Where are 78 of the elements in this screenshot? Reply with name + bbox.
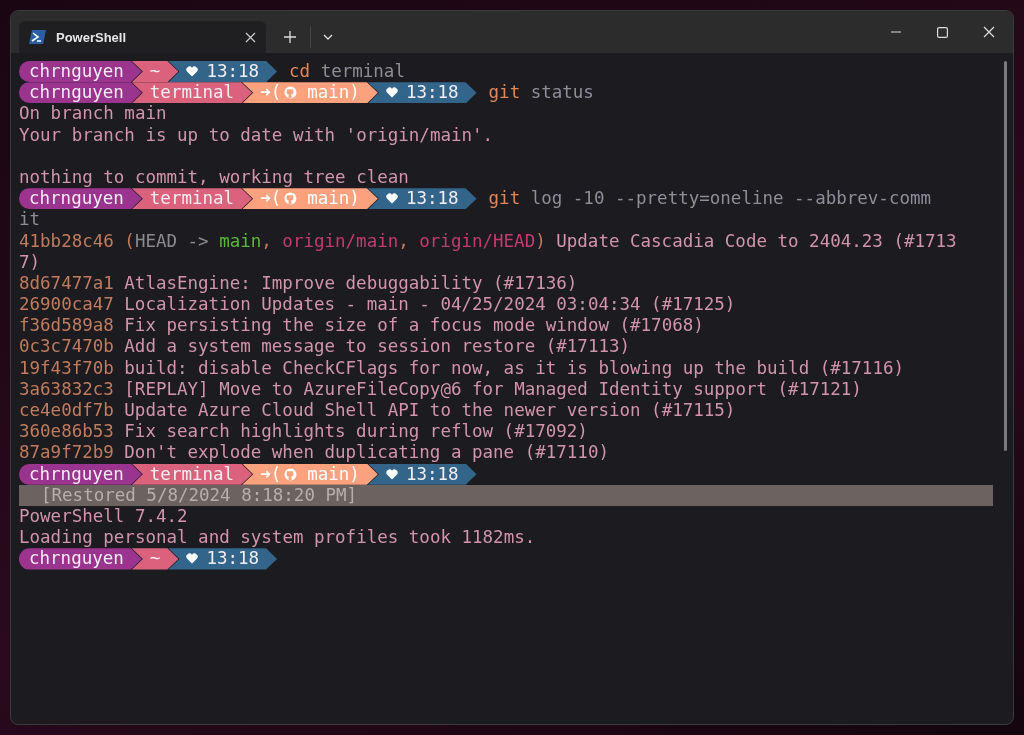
restored-banner: [Restored 5/8/2024 8:18:20 PM] bbox=[19, 484, 993, 506]
scrollbar[interactable] bbox=[1004, 61, 1007, 451]
prompt-user-segment: chrnguyen bbox=[19, 463, 142, 485]
prompt-path-segment: terminal bbox=[131, 463, 253, 485]
output-text: PowerShell 7.4.2 bbox=[19, 505, 188, 528]
prompt-user-segment: chrnguyen bbox=[19, 82, 142, 104]
output-text: build: disable CheckCFlags for now, as it is blowing up the build (#17116) bbox=[124, 357, 904, 379]
output-text: Don't explode when duplicating a pane (#17110) bbox=[124, 442, 609, 464]
output-text: Add a system message to session restore (#17113) bbox=[124, 336, 631, 358]
plus-icon bbox=[284, 31, 296, 43]
prompt-path-segment: terminal bbox=[131, 188, 253, 210]
prompt-user-segment: chrnguyen bbox=[19, 61, 142, 83]
branch-name: main) bbox=[307, 188, 360, 210]
maximize-icon bbox=[936, 26, 948, 38]
minimize-icon bbox=[891, 31, 901, 33]
punctuation-text: ( bbox=[124, 230, 135, 252]
clock-time: 13:18 bbox=[206, 61, 260, 83]
command-argument: log -10 --pretty=oneline --abbrev-comm bbox=[530, 188, 932, 210]
prompt-user-segment: chrnguyen bbox=[19, 188, 142, 210]
heart-icon bbox=[186, 66, 199, 78]
command-name: git bbox=[488, 82, 521, 104]
output-text: nothing to commit, working tree clean bbox=[19, 166, 409, 189]
punctuation-text: , bbox=[398, 230, 409, 252]
output-text: Loading personal and system profiles took 1182ms. bbox=[19, 527, 536, 549]
commit-hash: 87a9f72b9 bbox=[19, 442, 114, 464]
command-argument: terminal bbox=[320, 61, 405, 83]
prompt-path-segment: terminal bbox=[131, 82, 253, 104]
clock-time: 13:18 bbox=[405, 82, 459, 104]
branch-name: main) bbox=[307, 82, 360, 104]
terminal-tab[interactable]: PowerShell bbox=[19, 21, 266, 53]
clock-time: 13:18 bbox=[405, 188, 459, 210]
output-text: Update Azure Cloud Shell API to the newer version (#17115) bbox=[124, 400, 736, 422]
commit-hash: f36d589a8 bbox=[19, 315, 114, 337]
commit-hash: 41bb28c46 bbox=[19, 230, 114, 252]
commit-hash: 360e86b53 bbox=[19, 421, 114, 443]
output-text: Fix persisting the size of a focus mode window (#17068) bbox=[124, 315, 704, 337]
command-argument: it bbox=[19, 209, 41, 231]
git-arrow: ➜( bbox=[260, 188, 282, 210]
github-icon bbox=[284, 86, 298, 100]
heart-icon bbox=[385, 468, 398, 480]
output-text: Update Cascadia Code to 2404.23 (#1713 bbox=[556, 230, 957, 252]
remote-ref: origin/main bbox=[282, 230, 399, 252]
command-argument: status bbox=[530, 82, 594, 104]
github-icon bbox=[284, 192, 298, 206]
punctuation-text: ) bbox=[535, 230, 546, 252]
output-text: Fix search highlights during reflow (#17092) bbox=[124, 421, 588, 443]
head-ref: HEAD -> bbox=[134, 230, 209, 252]
clock-time: 13:18 bbox=[206, 548, 260, 570]
chevron-down-icon bbox=[323, 34, 333, 40]
branch-ref: main bbox=[219, 230, 262, 252]
commit-hash: 8d67477a1 bbox=[19, 272, 114, 295]
close-tab-icon[interactable] bbox=[245, 31, 256, 43]
branch-name: main) bbox=[307, 463, 360, 485]
heart-icon bbox=[186, 553, 199, 565]
command-name: cd bbox=[289, 61, 311, 83]
git-arrow: ➜( bbox=[260, 463, 282, 485]
output-text: Your branch is up to date with 'origin/main'. bbox=[19, 124, 494, 146]
output-text: Localization Updates - main - 04/25/2024 03:04:34 (#17125) bbox=[124, 294, 736, 316]
commit-hash: 19f43f70b bbox=[19, 357, 114, 379]
prompt-user-segment: chrnguyen bbox=[19, 548, 142, 570]
commit-hash: 3a63832c3 bbox=[19, 378, 114, 400]
commit-hash: 26900ca47 bbox=[19, 294, 114, 316]
output-text: [REPLAY] Move to AzureFileCopy@6 for Managed Identity support (#17121) bbox=[124, 378, 862, 400]
remote-ref: origin/HEAD bbox=[419, 230, 536, 252]
git-arrow: ➜( bbox=[260, 82, 282, 104]
close-icon bbox=[983, 26, 995, 38]
clock-time: 13:18 bbox=[405, 463, 459, 485]
github-icon bbox=[284, 467, 298, 481]
powershell-icon bbox=[29, 30, 46, 44]
heart-icon bbox=[385, 193, 398, 205]
heart-icon bbox=[385, 87, 398, 99]
output-text: On branch main bbox=[19, 103, 167, 125]
punctuation-text: , bbox=[261, 230, 272, 252]
output-text: 7) bbox=[19, 251, 41, 273]
commit-hash: 0c3c7470b bbox=[19, 336, 114, 358]
commit-hash: ce4e0df7b bbox=[19, 400, 114, 422]
output-text: AtlasEngine: Improve debuggability (#17136) bbox=[124, 272, 578, 295]
command-name: git bbox=[488, 188, 521, 210]
